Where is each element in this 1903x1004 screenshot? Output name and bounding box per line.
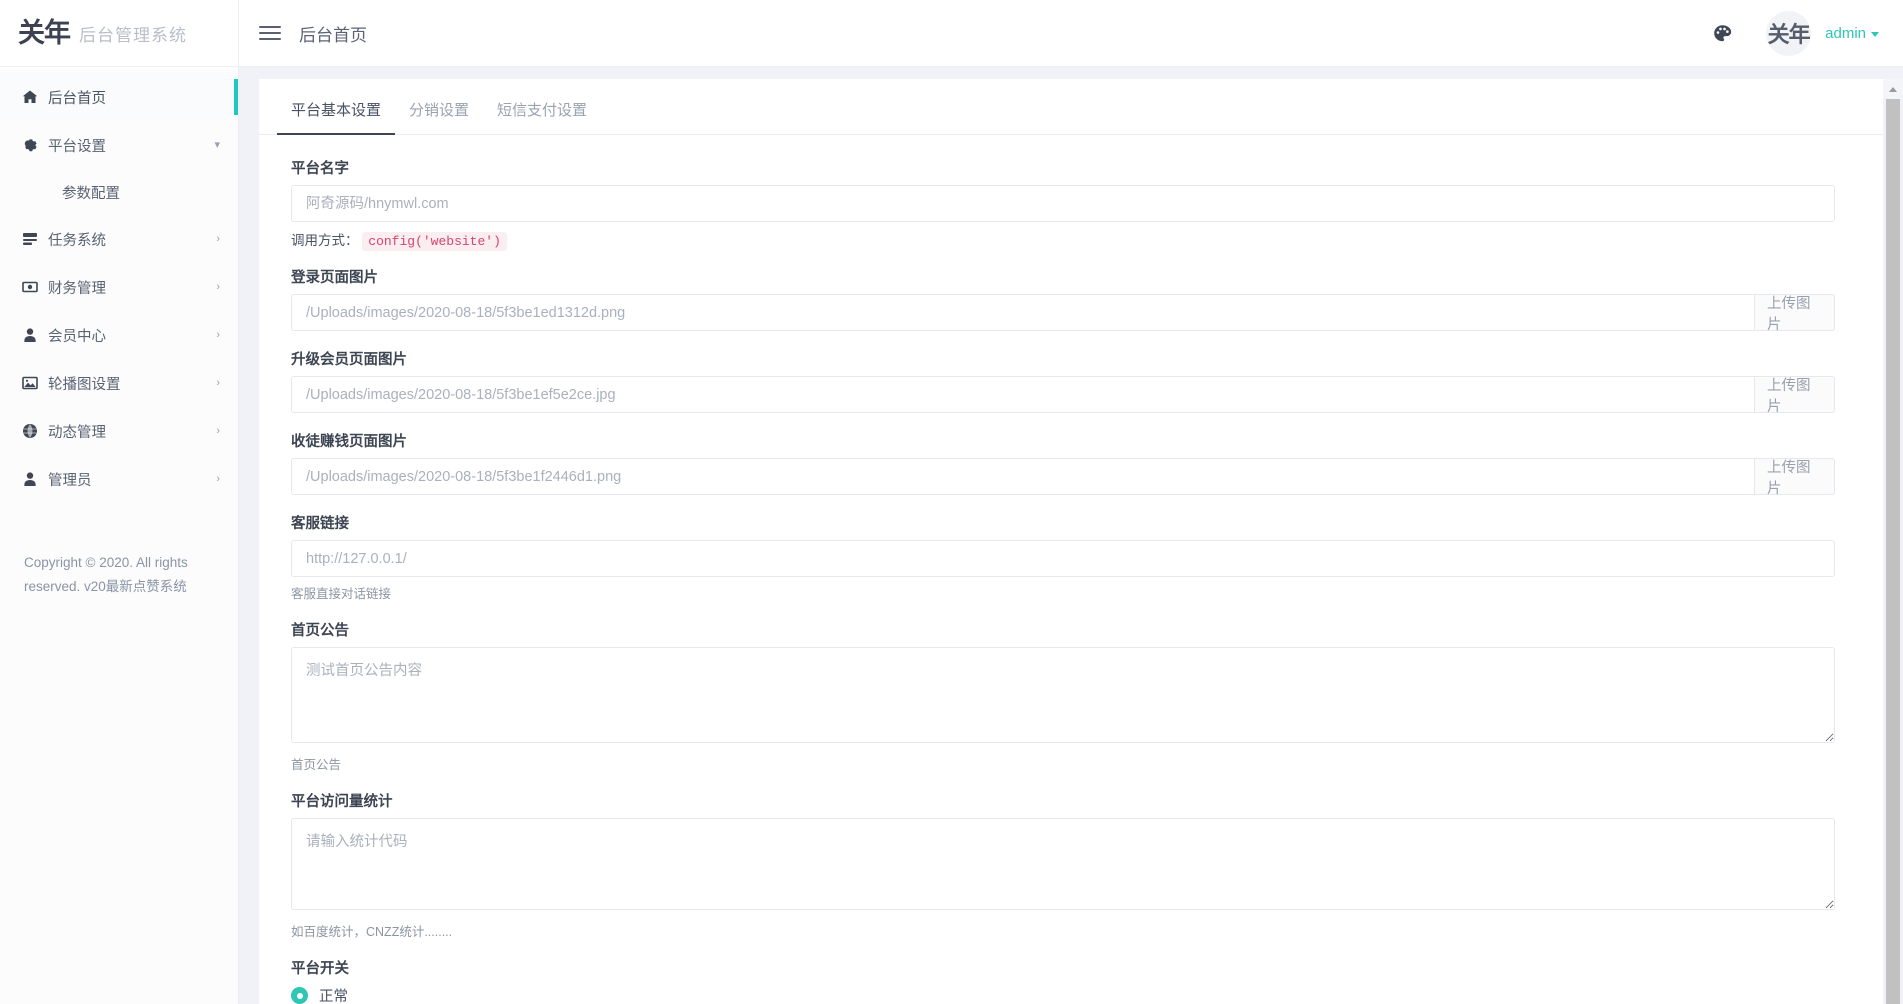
field-help: 首页公告 (291, 754, 1835, 773)
service-link-input[interactable] (291, 540, 1835, 577)
settings-tabs: 平台基本设置 分销设置 短信支付设置 (259, 79, 1883, 135)
chevron-right-icon: › (216, 282, 220, 293)
upload-image-button[interactable]: 上传图片 (1755, 458, 1835, 495)
chevron-right-icon: › (216, 474, 220, 485)
chevron-down-icon: ▾ (214, 140, 220, 151)
scroll-up-arrow-icon[interactable] (1883, 79, 1903, 99)
tab-distribution-settings[interactable]: 分销设置 (395, 79, 483, 134)
tab-platform-basic-settings[interactable]: 平台基本设置 (277, 79, 395, 134)
upgrade-image-input[interactable] (291, 376, 1755, 413)
field-label: 收徒赚钱页面图片 (291, 430, 1835, 451)
sidebar-item-home[interactable]: 后台首页 (0, 73, 238, 121)
field-site-name: 平台名字 调用方式： config('website') (291, 157, 1835, 249)
sidebar-item-label: 会员中心 (48, 325, 216, 346)
upload-image-button[interactable]: 上传图片 (1755, 294, 1835, 331)
sidebar-item-label: 财务管理 (48, 277, 216, 298)
field-help: 如百度统计，CNZZ统计........ (291, 921, 1835, 940)
settings-panel: 平台基本设置 分销设置 短信支付设置 平台名字 调用方式： config('we… (259, 79, 1883, 1004)
brand[interactable]: 关年 后台管理系统 (0, 0, 238, 67)
sidebar-item-label: 平台设置 (48, 135, 214, 156)
tasks-icon (22, 231, 48, 247)
gear-icon (22, 137, 48, 153)
sidebar-item-parameter-config[interactable]: 参数配置 (0, 169, 238, 215)
field-help: 客服直接对话链接 (291, 583, 1835, 602)
sidebar-item-task-system[interactable]: 任务系统 › (0, 215, 238, 263)
site-name-input[interactable] (291, 185, 1835, 222)
caret-down-icon (1871, 32, 1879, 37)
site-name-hint: 调用方式： config('website') (291, 229, 1835, 249)
chevron-right-icon: › (216, 330, 220, 341)
login-image-input[interactable] (291, 294, 1755, 331)
home-icon (22, 89, 48, 105)
settings-form: 平台名字 调用方式： config('website') 登录页面图片 上传图片 (259, 135, 1883, 1004)
brand-name: 后台管理系统 (79, 21, 187, 46)
chevron-right-icon: › (216, 234, 220, 245)
tab-sms-payment-settings[interactable]: 短信支付设置 (483, 79, 601, 134)
image-icon (22, 375, 48, 391)
field-upgrade-image: 升级会员页面图片 上传图片 (291, 348, 1835, 413)
user-icon (22, 327, 48, 343)
announcement-textarea[interactable] (291, 647, 1835, 743)
radio-checked-icon (291, 987, 308, 1004)
field-announcement: 首页公告 首页公告 (291, 619, 1835, 773)
admin-dropdown[interactable]: admin (1825, 25, 1879, 42)
scrollbar-thumb[interactable] (1886, 99, 1900, 1004)
upload-image-button[interactable]: 上传图片 (1755, 376, 1835, 413)
field-apprentice-image: 收徒赚钱页面图片 上传图片 (291, 430, 1835, 495)
money-icon (22, 279, 48, 295)
field-service-link: 客服链接 客服直接对话链接 (291, 512, 1835, 602)
sidebar-subitem-label: 参数配置 (62, 182, 120, 203)
apprentice-image-input[interactable] (291, 458, 1755, 495)
palette-icon[interactable] (1713, 24, 1732, 43)
field-site-switch: 平台开关 正常 关闭 站点关闭后将不能访问，后台可正常登录 (291, 957, 1835, 1004)
hint-code: config('website') (362, 232, 507, 251)
sidebar-item-platform-settings[interactable]: 平台设置 ▾ (0, 121, 238, 169)
login-image-group: 上传图片 (291, 294, 1835, 331)
field-label: 升级会员页面图片 (291, 348, 1835, 369)
user-icon (22, 471, 48, 487)
field-label: 登录页面图片 (291, 266, 1835, 287)
main-area: 后台首页 关年 admin 平台基本设置 分销设置 短信支付设置 (239, 0, 1903, 1004)
page-scrollbar[interactable] (1883, 79, 1903, 1004)
analytics-textarea[interactable] (291, 818, 1835, 910)
field-label: 首页公告 (291, 619, 1835, 640)
field-label: 客服链接 (291, 512, 1835, 533)
sidebar-item-label: 后台首页 (48, 87, 220, 108)
sidebar-item-label: 任务系统 (48, 229, 216, 250)
sidebar-item-finance[interactable]: 财务管理 › (0, 263, 238, 311)
field-label: 平台开关 (291, 957, 1835, 978)
page-title: 后台首页 (299, 21, 367, 46)
radio-label: 正常 (319, 985, 348, 1004)
apprentice-image-group: 上传图片 (291, 458, 1835, 495)
radio-option-normal[interactable]: 正常 (291, 985, 1835, 1004)
brand-logo-icon: 关年 (18, 20, 70, 47)
globe-icon (22, 423, 48, 439)
field-label: 平台访问量统计 (291, 790, 1835, 811)
sidebar: 关年 后台管理系统 后台首页 平台设置 ▾ 参数配置 (0, 0, 239, 1004)
sidebar-item-member-center[interactable]: 会员中心 › (0, 311, 238, 359)
sidebar-item-label: 动态管理 (48, 421, 216, 442)
sidebar-nav: 后台首页 平台设置 ▾ 参数配置 任务系统 › (0, 67, 238, 503)
sidebar-item-dynamic-management[interactable]: 动态管理 › (0, 407, 238, 455)
sidebar-item-label: 轮播图设置 (48, 373, 216, 394)
sidebar-item-administrator[interactable]: 管理员 › (0, 455, 238, 503)
topbar: 后台首页 关年 admin (239, 0, 1903, 67)
app-root: 关年 后台管理系统 后台首页 平台设置 ▾ 参数配置 (0, 0, 1903, 1004)
chevron-right-icon: › (216, 426, 220, 437)
sidebar-item-label: 管理员 (48, 469, 216, 490)
field-login-image: 登录页面图片 上传图片 (291, 266, 1835, 331)
sidebar-copyright: Copyright © 2020. All rights reserved. v… (0, 551, 238, 598)
content-area: 平台基本设置 分销设置 短信支付设置 平台名字 调用方式： config('we… (239, 67, 1903, 1004)
chevron-right-icon: › (216, 378, 220, 389)
avatar[interactable]: 关年 (1766, 11, 1811, 56)
sidebar-item-carousel-settings[interactable]: 轮播图设置 › (0, 359, 238, 407)
upgrade-image-group: 上传图片 (291, 376, 1835, 413)
field-analytics: 平台访问量统计 如百度统计，CNZZ统计........ (291, 790, 1835, 940)
field-label: 平台名字 (291, 157, 1835, 178)
admin-label: admin (1825, 25, 1866, 42)
hint-prefix: 调用方式： (291, 233, 359, 248)
menu-toggle-icon[interactable] (259, 22, 281, 44)
